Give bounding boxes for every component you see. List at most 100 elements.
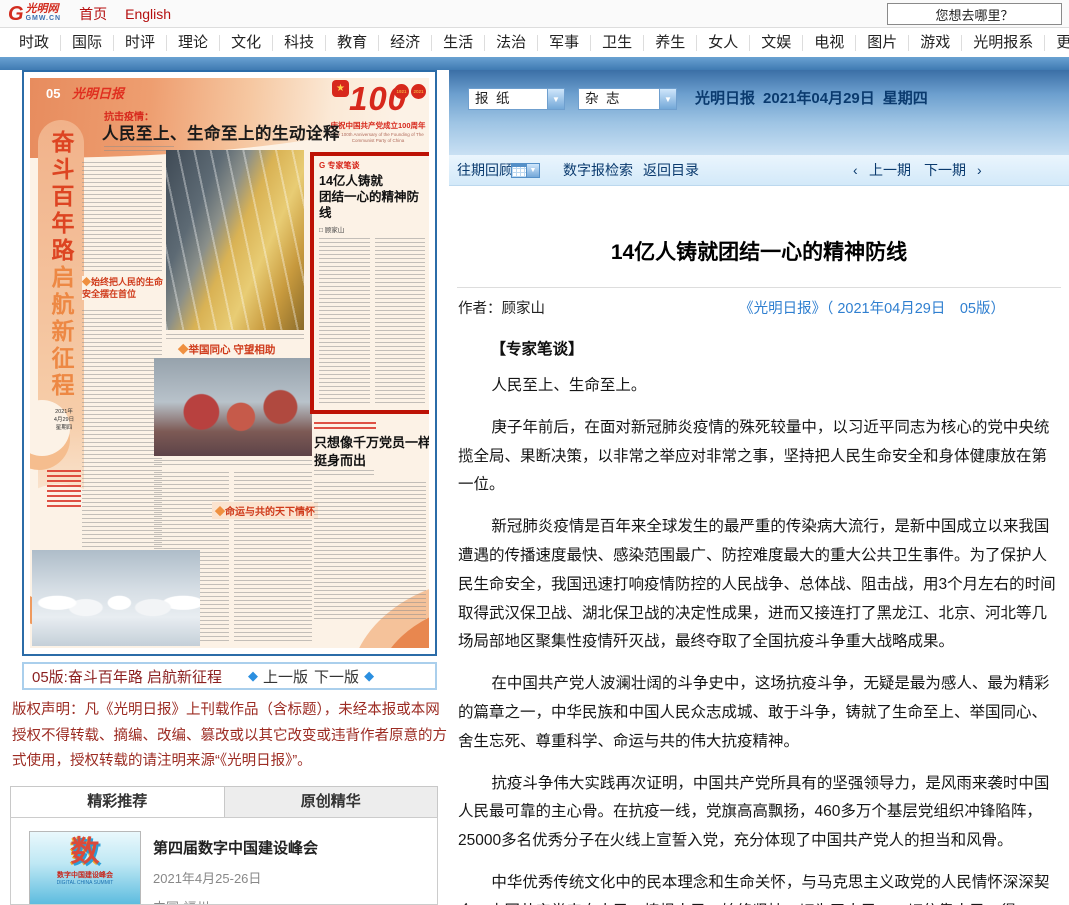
nav-item[interactable]: 女人 [696,35,749,51]
newsprint-text-block [82,310,162,548]
diamond-icon: ◆ [82,277,91,287]
nav-item[interactable]: 科技 [272,35,325,51]
recommend-location: 中国·福州 [153,897,318,905]
dropdown-arrow-icon[interactable]: ▼ [659,89,676,109]
prev-issue-arrow-icon[interactable]: ‹ [853,155,858,185]
home-link[interactable]: 首页 [79,4,107,24]
recommend-title[interactable]: 第四届数字中国建设峰会 [153,837,318,858]
calendar-icon[interactable] [511,163,527,178]
thumbnail-caption-en: DIGITAL CHINA SUMMIT [30,880,140,886]
nav-item[interactable]: 光明报系 [961,35,1044,51]
scan-main-headline: 人民至上、生命至上的生动诠释 [102,120,340,144]
english-link[interactable]: English [125,6,171,22]
emblem-caption-cn: 庆祝中国共产党成立100周年 [330,120,426,131]
prev-page-link[interactable]: 上一版 [263,666,308,687]
gmw-logo[interactable]: G 光明网 GMW.CN [8,4,61,24]
blue-divider-band [0,57,1069,70]
nav-item[interactable]: 图片 [855,35,908,51]
magazine-select-value: 杂 志 [579,89,659,109]
newsprint-text-block [104,146,174,151]
tab-original[interactable]: 原创精华 [224,787,438,817]
nav-item[interactable]: 卫生 [590,35,643,51]
tab-featured[interactable]: 精彩推荐 [11,787,224,817]
nav-item[interactable]: 法治 [484,35,537,51]
newspaper-select-value: 报 纸 [469,89,547,109]
magazine-select[interactable]: 杂 志 ▼ [578,88,677,110]
vertical-slogan-line1: 奋斗百年路 [48,130,74,265]
next-issue-link[interactable]: 下一期 [924,155,966,185]
newspaper-page-canvas: 05 光明日报 ★ 100 1921 2021 庆祝中国共产党成立100周年 T… [30,78,429,648]
page-section-label: 05版:奋斗百年路 启航新征程 [32,666,222,687]
calendar-dropdown-icon[interactable]: ▼ [527,163,540,178]
nav-item[interactable]: 时评 [113,35,166,51]
emblem-caption-en: The 100th Anniversary of the Founding of… [330,132,426,144]
emblem-year-right: 2021 [411,84,426,99]
scan-sidebar-date: 2021年 4月29日 星期四 [47,408,81,432]
scan-masthead-logo: 光明日报 [72,83,124,102]
article-meta-row: 作者：顾家山 《光明日报》（ 2021年04月29日 05版） [449,297,1069,318]
logo-letter: G [8,4,24,24]
back-to-contents-link[interactable]: 返回目录 [643,155,699,185]
recommend-thumbnail[interactable]: 数 数字中国建设峰会 DIGITAL CHINA SUMMIT [29,831,141,905]
newsprint-text-columns [319,238,425,404]
nav-item[interactable]: 理论 [166,35,219,51]
party-star-icon: ★ [332,80,349,97]
expert-column-logo: G 专家笔谈 [319,160,425,171]
nav-item[interactable]: 文娱 [749,35,802,51]
top-header-bar: G 光明网 GMW.CN 首页 English 您想去哪里？ [0,0,1069,28]
scan-bottom-article-title-2: 挺身而出 [314,450,366,469]
scan-subhead-2: ◆举国同心 守望相助 [178,342,275,357]
next-issue-arrow-icon[interactable]: › [977,155,982,185]
newsprint-text-block [154,460,312,466]
epaper-header-panel: 报 纸 ▼ 杂 志 ▼ 光明日报2021年04月29日星期四 [449,70,1069,155]
prev-issue-link[interactable]: 上一期 [869,155,911,185]
tab-content-panel: 数 数字中国建设峰会 DIGITAL CHINA SUMMIT 第四届数字中国建… [10,817,438,905]
logo-domain: GMW.CN [26,15,62,23]
highlighted-article-region[interactable]: G 专家笔谈 14亿人铸就 团结一心的精神防线 □ 顾家山 [310,152,429,414]
centenary-emblem: ★ 100 1921 2021 庆祝中国共产党成立100周年 The 100th… [330,82,426,144]
dropdown-arrow-icon[interactable]: ▼ [547,89,564,109]
boxed-article-author: □ 顾家山 [319,224,425,234]
epaper-toolbar: 往期回顾 ▼ 数字报检索 返回目录 ‹ 上一期 下一期 › [449,155,1069,186]
article-body: 人民至上、生命至上。庚子年前后，在面对新冠肺炎疫情的殊死较量中，以习近平同志为核… [449,372,1069,905]
nav-item[interactable]: 游戏 [908,35,961,51]
recommend-list-item[interactable]: 数 数字中国建设峰会 DIGITAL CHINA SUMMIT 第四届数字中国建… [11,818,437,905]
article-paragraph: 庚子年前后，在面对新冠肺炎疫情的殊死较量中，以习近平同志为核心的党中央统揽全局、… [458,414,1060,500]
newspaper-photo-volunteers [154,358,312,456]
newsprint-text-block [82,162,162,274]
nav-item[interactable]: 经济 [378,35,431,51]
nav-item[interactable]: 养生 [643,35,696,51]
nav-item[interactable]: 更多>> [1044,35,1069,51]
nav-item[interactable]: 教育 [325,35,378,51]
article-paragraph: 在中国共产党人波澜壮阔的斗争史中，这场抗疫斗争，无疑是最为感人、最为精彩的篇章之… [458,670,1060,756]
digital-search-link[interactable]: 数字报检索 [563,155,633,185]
scan-subhead-1: ◆始终把人民的生命安全摆在首位 [82,276,166,300]
diamond-icon: ◆ [178,344,189,356]
past-issues-link[interactable]: 往期回顾 [457,155,513,185]
newsprint-text-block [47,470,81,508]
calendar-picker[interactable]: ▼ [511,163,540,178]
site-navigation-search-box[interactable]: 您想去哪里？ [887,3,1062,25]
article-panel: 14亿人铸就团结一心的精神防线 作者：顾家山 《光明日报》（ 2021年04月2… [449,186,1069,905]
nav-item[interactable]: 国际 [60,35,113,51]
bottom-tabs: 精彩推荐 原创精华 [10,786,438,817]
next-page-link[interactable]: 下一版 [314,666,359,687]
boxed-article-title: 14亿人铸就 团结一心的精神防线 [319,173,425,221]
newspaper-photo-walkway [166,150,304,330]
newspaper-page-image[interactable]: 05 光明日报 ★ 100 1921 2021 庆祝中国共产党成立100周年 T… [22,70,437,656]
newspaper-photo-medical-team [32,550,200,646]
nav-item[interactable]: 军事 [537,35,590,51]
page-navigation-bar: 05版:奋斗百年路 启航新征程 ◆ 上一版 下一版 ◆ [22,662,437,690]
newspaper-select[interactable]: 报 纸 ▼ [468,88,565,110]
diamond-icon: ◆ [248,668,258,684]
vertical-slogan-line2: 启航新征程 [48,265,74,400]
scan-subhead-3: ◆命运与共的天下情怀 [212,502,318,519]
masthead-name: 光明日报 [695,90,755,107]
article-paragraph: 抗疫斗争伟大实践再次证明，中国共产党所具有的坚强领导力，是风雨来袭时中国人民最可… [458,770,1060,856]
nav-item[interactable]: 生活 [431,35,484,51]
nav-item[interactable]: 时政 [8,35,60,51]
nav-item[interactable]: 文化 [219,35,272,51]
nav-item[interactable]: 电视 [802,35,855,51]
thumbnail-caption: 数字中国建设峰会 [30,870,140,880]
newsprint-text-block [314,482,426,622]
